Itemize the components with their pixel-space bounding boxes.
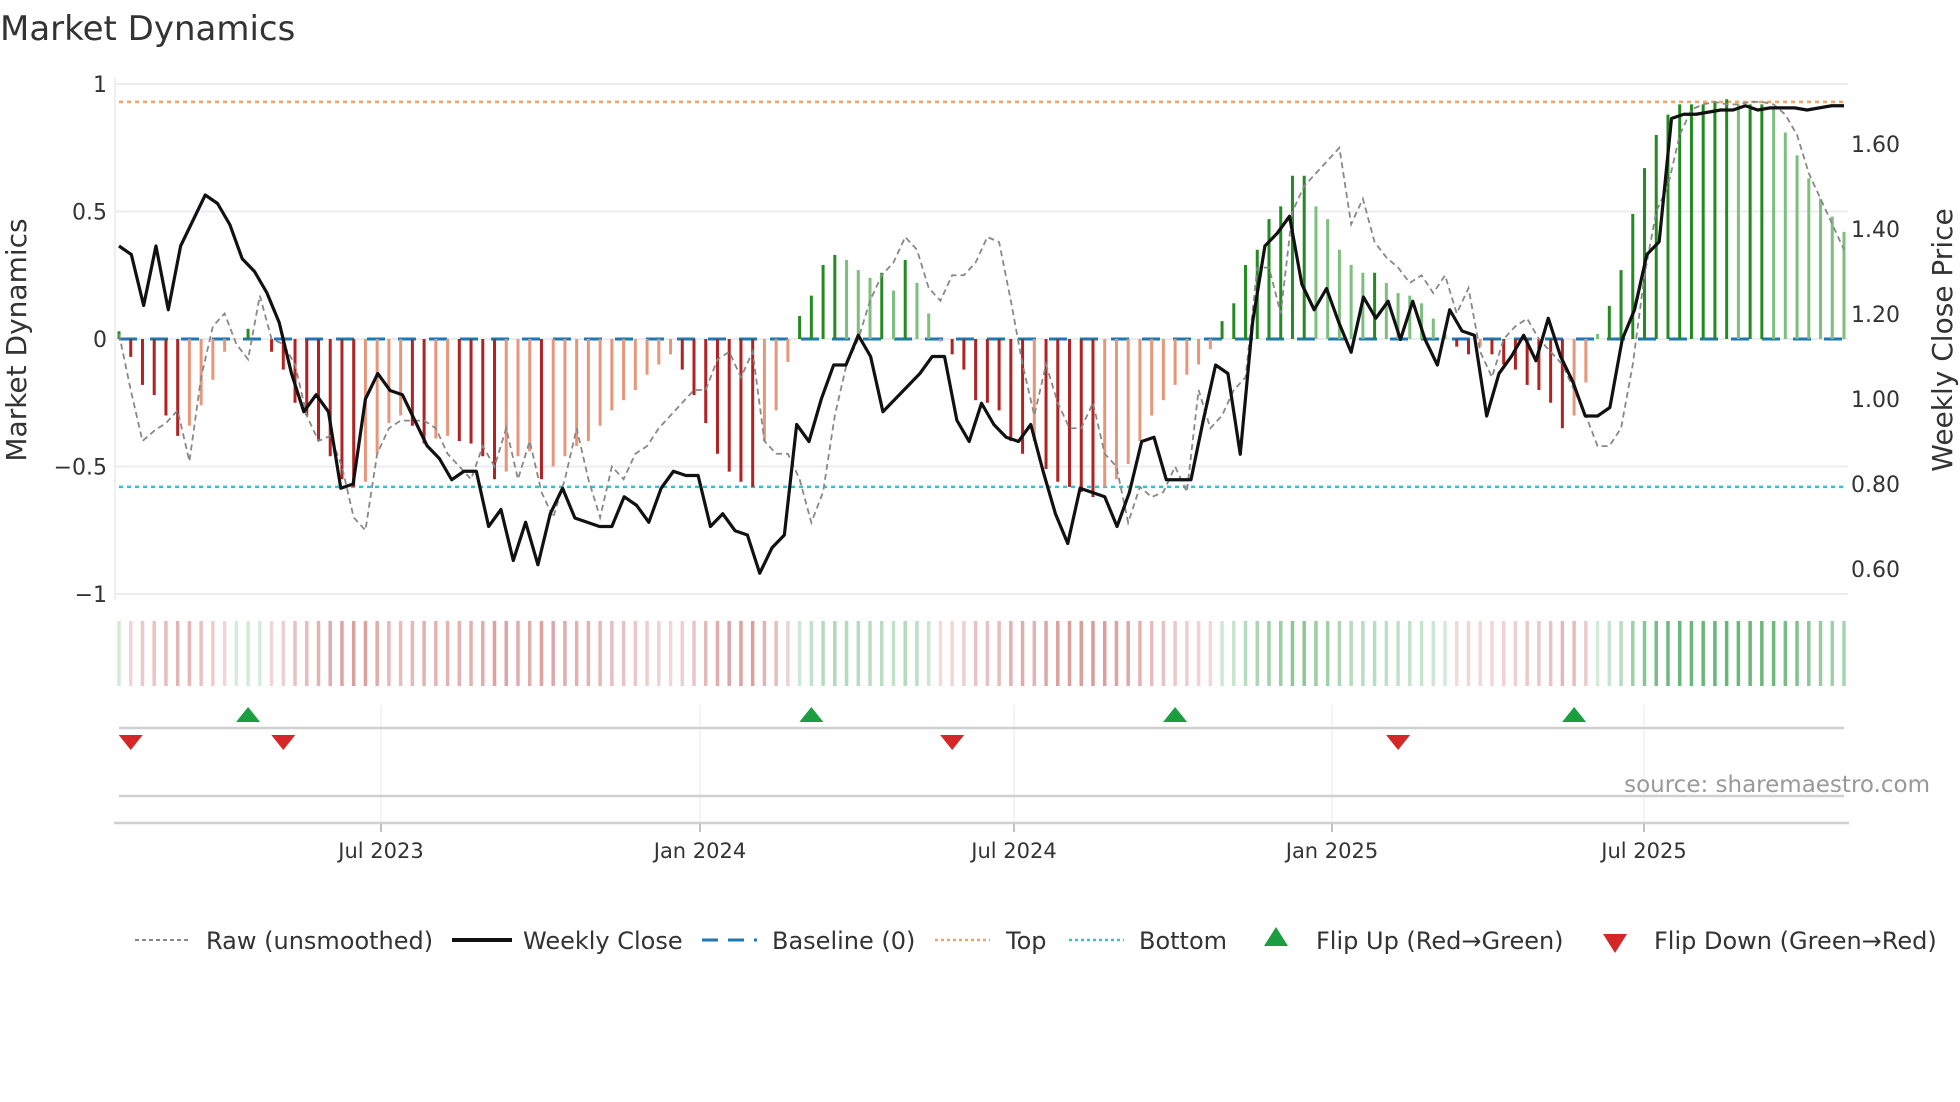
momentum-strip	[117, 621, 1846, 686]
legend-flip-up-icon	[1264, 927, 1288, 946]
y2-tick-label: 0.80	[1851, 473, 1900, 498]
y2-tick-label: 1.40	[1851, 218, 1900, 243]
x-tick-label: Jul 2023	[336, 839, 423, 863]
x-tick-label: Jan 2025	[1284, 839, 1379, 863]
y-axis-ticks: 1 0.5 0 −0.5 −1	[54, 73, 107, 608]
y-tick-label: 0	[93, 328, 107, 353]
y2-axis-label: Weekly Close Price	[1926, 208, 1959, 471]
y2-tick-label: 1.00	[1851, 388, 1900, 413]
y-tick-label: 1	[93, 73, 107, 98]
y2-tick-label: 0.60	[1851, 558, 1900, 583]
y-tick-label: −1	[75, 583, 107, 608]
flip-up-marker	[799, 707, 824, 722]
x-tick-label: Jan 2024	[652, 839, 747, 863]
flip-up-marker	[1562, 707, 1587, 722]
legend: Raw (unsmoothed) Weekly Close Baseline (…	[135, 927, 1937, 955]
legend-close-label: Weekly Close	[523, 927, 683, 955]
legend-baseline-label: Baseline (0)	[772, 927, 915, 955]
flip-down-marker	[118, 735, 143, 750]
flip-down-marker	[940, 735, 965, 750]
grid-lines	[114, 78, 1848, 823]
y2-tick-label: 1.60	[1851, 133, 1900, 158]
flip-down-marker	[1386, 735, 1411, 750]
chart-title: Market Dynamics	[0, 9, 295, 49]
source-note: source: sharemaestro.com	[1624, 772, 1930, 798]
y-tick-label: 0.5	[72, 201, 107, 226]
y-axis-label: Market Dynamics	[0, 218, 33, 461]
y2-axis-ticks: 1.60 1.40 1.20 1.00 0.80 0.60	[1851, 133, 1900, 583]
legend-top-label: Top	[1005, 927, 1047, 955]
x-tick-label: Jul 2025	[1599, 839, 1686, 863]
flip-markers	[118, 707, 1844, 798]
legend-raw-label: Raw (unsmoothed)	[206, 927, 433, 955]
flip-up-marker	[236, 707, 261, 722]
legend-flip-up-label: Flip Up (Red→Green)	[1316, 927, 1564, 955]
legend-flip-down-icon	[1603, 934, 1627, 953]
legend-bottom-label: Bottom	[1139, 927, 1227, 955]
flip-up-marker	[1163, 707, 1188, 722]
x-axis-ticks: Jul 2023 Jan 2024 Jul 2024 Jan 2025 Jul 2025	[114, 821, 1849, 863]
x-tick-label: Jul 2024	[969, 839, 1056, 863]
flip-down-marker	[271, 735, 296, 750]
market-dynamics-chart: Market Dynamics 1 0.5 0 −0.5 −1 1.60 1.40 1.20…	[0, 9, 1959, 955]
momentum-bars	[117, 99, 1846, 498]
y-tick-label: −0.5	[54, 456, 107, 481]
y2-tick-label: 1.20	[1851, 303, 1900, 328]
legend-flip-down-label: Flip Down (Green→Red)	[1654, 927, 1937, 955]
